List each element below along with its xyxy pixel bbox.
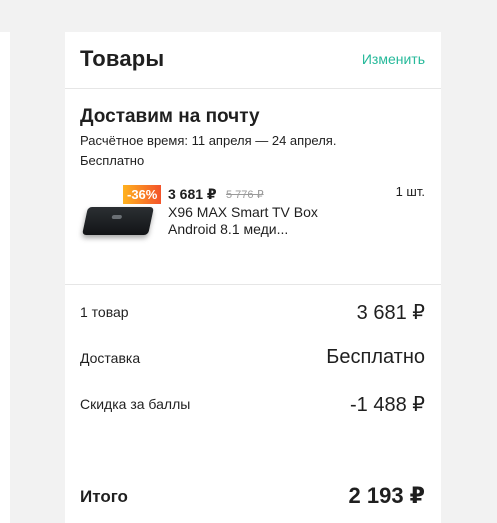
summary-divider <box>65 284 441 285</box>
discount-badge: -36% <box>123 185 162 204</box>
total-value: 2 193 ₽ <box>348 483 425 508</box>
left-panel <box>0 32 10 523</box>
points-discount-value: -1 488 ₽ <box>350 394 425 416</box>
product-old-price: 5 776 ₽ <box>226 189 264 201</box>
delivery-label: Доставка <box>80 350 141 366</box>
cart-title: Товары <box>80 46 165 71</box>
summary-points-row: Скидка за баллы -1 488 ₽ <box>80 392 425 416</box>
product-image[interactable]: -36% <box>80 184 164 248</box>
product-quantity: 1 шт. <box>395 184 425 199</box>
items-sum-value: 3 681 ₽ <box>356 302 425 324</box>
tv-box-image <box>82 207 154 235</box>
product-name[interactable]: X96 MAX Smart TV Box Android 8.1 меди... <box>168 204 348 238</box>
summary-total-row: Итого 2 193 ₽ <box>80 483 425 508</box>
product-price: 3 681 ₽ <box>168 186 217 202</box>
cart-card: Товары Изменить Доставим на почту Расчёт… <box>65 32 441 523</box>
summary-items-row: 1 товар 3 681 ₽ <box>80 300 425 324</box>
delivery-title: Доставим на почту <box>80 106 260 127</box>
summary-delivery-row: Доставка Бесплатно <box>80 346 425 370</box>
items-count-label: 1 товар <box>80 304 129 320</box>
total-label: Итого <box>80 487 128 506</box>
product-item[interactable]: -36% 3 681 ₽ 5 776 ₽ 1 шт. X96 MAX Smart… <box>80 184 425 264</box>
delivery-estimate: Расчётное время: 11 апреля — 24 апреля. <box>80 133 337 148</box>
delivery-cost: Бесплатно <box>80 153 145 168</box>
edit-link[interactable]: Изменить <box>362 51 425 67</box>
cart-header: Товары Изменить <box>65 32 441 89</box>
delivery-section: Доставим на почту Расчётное время: 11 ап… <box>80 106 425 168</box>
delivery-value: Бесплатно <box>326 346 425 368</box>
points-discount-label: Скидка за баллы <box>80 396 191 412</box>
